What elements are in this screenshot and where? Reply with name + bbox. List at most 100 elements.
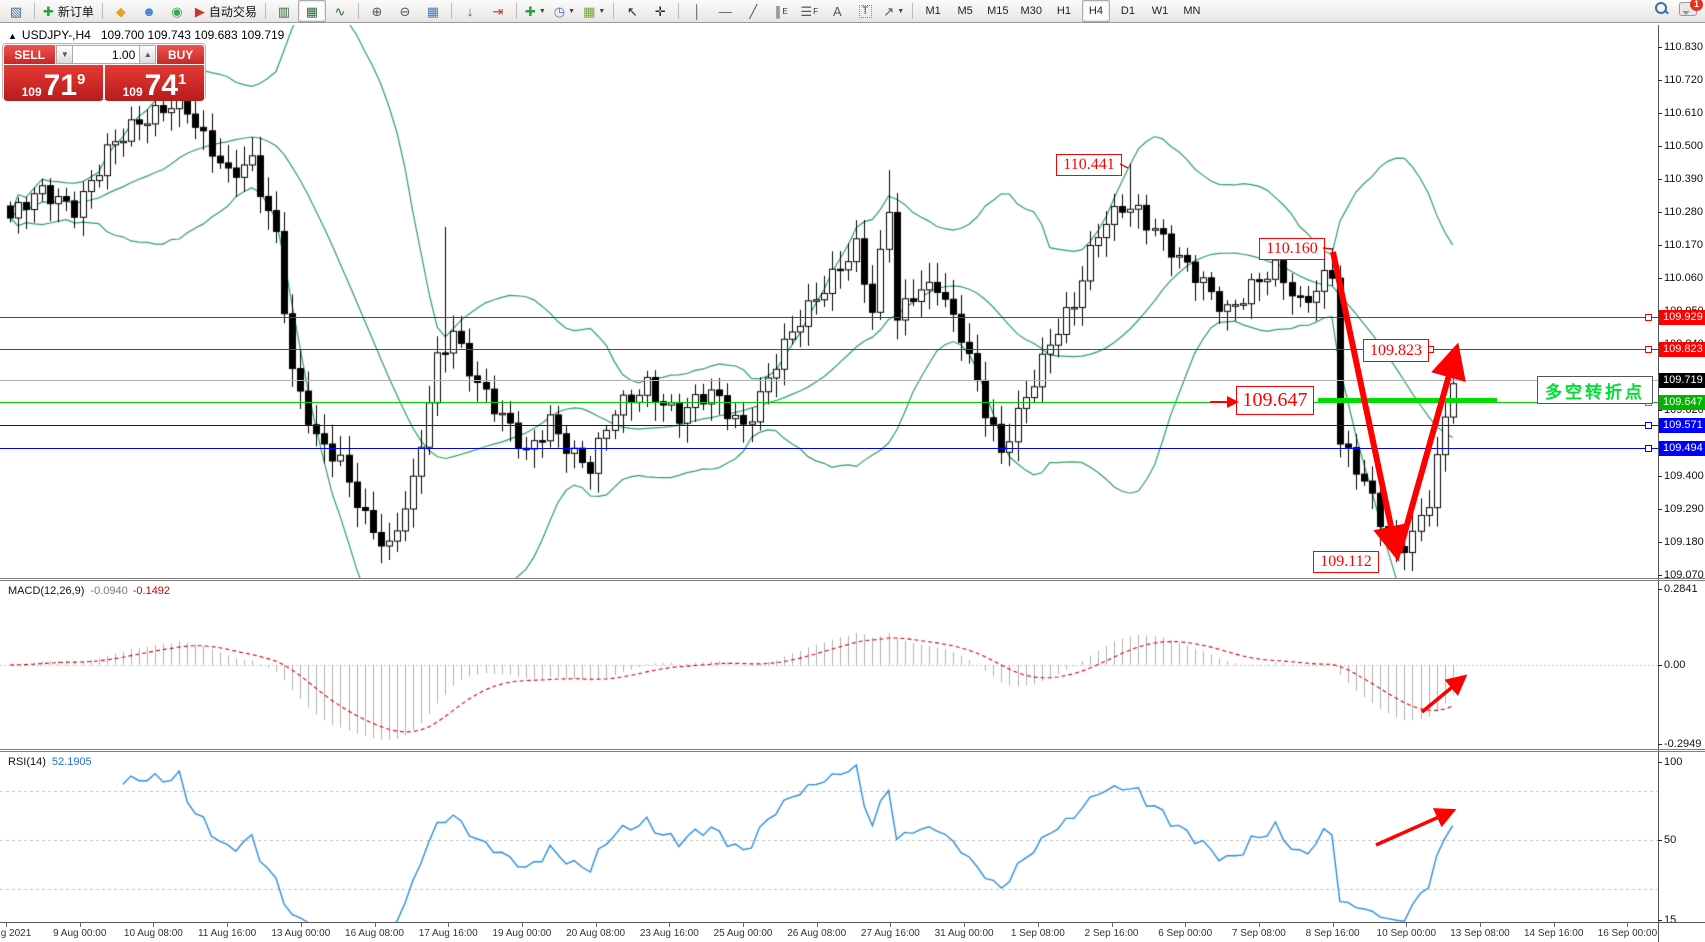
sell-button[interactable]: SELL [4, 45, 55, 64]
tile-windows-icon: ▦ [427, 5, 439, 18]
price-tick [1658, 509, 1662, 510]
arrows-icon[interactable]: ↗▼ [879, 0, 908, 22]
horizontal-line-object[interactable] [0, 448, 1658, 449]
pane-splitter[interactable] [0, 751, 1705, 752]
line-handle[interactable] [1645, 422, 1652, 429]
templates-icon[interactable]: ▦▼ [579, 0, 609, 22]
new-order-button: ✚ [43, 5, 54, 18]
horizontal-line-icon[interactable]: — [711, 0, 739, 22]
price-note-109647[interactable]: 109.647 [1236, 386, 1314, 415]
timeframe-m5[interactable]: M5 [951, 0, 979, 22]
notification-badge: 1 [1690, 0, 1703, 11]
line-chart-icon[interactable]: ∿ [326, 0, 354, 22]
date-label: 16 Aug 08:00 [345, 928, 404, 939]
crosshair-icon[interactable]: ✛ [646, 0, 674, 22]
price-note-110160[interactable]: 110.160 [1259, 238, 1325, 260]
line-handle[interactable] [1645, 346, 1652, 353]
sell-price[interactable]: 109719 [4, 65, 103, 101]
candlestick-chart-icon[interactable]: ▦ [298, 0, 326, 22]
pane-splitter[interactable] [0, 578, 1705, 579]
timeframe-h1[interactable]: H1 [1050, 0, 1078, 22]
chart-shift-icon[interactable]: ⇥ [484, 0, 512, 22]
horizontal-line-object[interactable] [0, 380, 1658, 381]
text-label-icon: T [859, 5, 872, 18]
price-tick-label: 110.280 [1664, 206, 1703, 218]
price-note-110441[interactable]: 110.441 [1056, 154, 1122, 176]
price-note-109823[interactable]: 109.823 [1363, 339, 1429, 362]
auto-scroll-icon[interactable]: ↓ [456, 0, 484, 22]
volume-up-button[interactable]: ▲ [139, 45, 156, 64]
timeframe-m15[interactable]: M15 [983, 0, 1012, 22]
sell-price-sup: 9 [77, 65, 85, 95]
rsi-tick-label: 15 [1664, 914, 1676, 926]
crosshair-icon: ✛ [655, 5, 666, 18]
rsi-label: RSI(14)52.1905 [8, 756, 92, 768]
pane-splitter[interactable] [0, 749, 1705, 750]
date-label: 17 Aug 16:00 [419, 928, 478, 939]
cursor-icon: ↖ [627, 5, 638, 18]
timeframe-w1[interactable]: W1 [1146, 0, 1174, 22]
date-label: 1 Sep 08:00 [1011, 928, 1065, 939]
date-tick [743, 923, 744, 927]
trendline-icon[interactable]: ╱ [739, 0, 767, 22]
support-thick-green[interactable] [1318, 398, 1497, 403]
chart-profiles-icon[interactable]: ◆ [107, 0, 135, 22]
text-label-icon[interactable]: T [851, 0, 879, 22]
signals-icon[interactable]: ◉ [163, 0, 191, 22]
timeframe-label: M15 [987, 5, 1008, 17]
buy-price-prefix: 109 [123, 85, 143, 99]
buy-button[interactable]: BUY [157, 45, 204, 64]
timeframe-label: D1 [1121, 5, 1135, 17]
timeframe-m30[interactable]: M30 [1017, 0, 1046, 22]
market-watch-icon[interactable]: ☻ [135, 0, 163, 22]
text-icon[interactable]: A [823, 0, 851, 22]
volume-down-button[interactable]: ▼ [56, 45, 73, 64]
buy-price[interactable]: 109741 [105, 65, 204, 101]
bar-chart-icon[interactable]: ▥ [270, 0, 298, 22]
chart-window-icon[interactable]: ▧ [2, 0, 30, 22]
price-note-109112[interactable]: 109.112 [1313, 551, 1379, 573]
toolbar-separator [265, 3, 266, 19]
date-tick [669, 923, 670, 927]
price-tick-label: 110.830 [1664, 41, 1703, 53]
turning-point-label[interactable]: 多空转折点 [1537, 376, 1653, 404]
fibonacci-icon[interactable]: ☰F [795, 0, 823, 22]
vertical-line-icon[interactable]: │ [683, 0, 711, 22]
timeframe-m1[interactable]: M1 [919, 0, 947, 22]
tile-windows-icon[interactable]: ▦ [419, 0, 447, 22]
cursor-icon[interactable]: ↖ [618, 0, 646, 22]
bar-chart-icon: ▥ [278, 5, 290, 18]
zoom-out-icon[interactable]: ⊖ [391, 0, 419, 22]
price-tick-label: 110.720 [1664, 74, 1703, 86]
indicators-icon[interactable]: ✚▼ [521, 0, 550, 22]
zoom-in-icon[interactable]: ⊕ [363, 0, 391, 22]
timeframe-d1[interactable]: D1 [1114, 0, 1142, 22]
autotrading-button[interactable]: ▶自动交易 [191, 0, 261, 22]
pane-splitter[interactable] [0, 580, 1705, 581]
equidistant-channel-icon[interactable]: ∥E [767, 0, 795, 22]
indicators-icon-caret[interactable]: ▼ [539, 8, 546, 15]
equidistant-channel-icon-sub: E [782, 7, 787, 16]
horizontal-line-object[interactable] [0, 425, 1658, 426]
chat-icon[interactable]: 1 [1679, 2, 1697, 16]
date-tick [1259, 923, 1260, 927]
date-label: 7 Sep 08:00 [1232, 928, 1286, 939]
indicators-icon: ✚ [525, 5, 536, 18]
periods-icon[interactable]: ◷▼ [550, 0, 579, 22]
volume-input[interactable] [73, 45, 139, 64]
price-tick-label: 110.170 [1664, 239, 1703, 251]
search-icon[interactable] [1655, 2, 1669, 16]
new-order-button[interactable]: ✚新订单 [39, 0, 98, 22]
timeframe-h4[interactable]: H4 [1082, 0, 1110, 22]
horizontal-line-object[interactable] [0, 317, 1658, 318]
line-handle[interactable] [1645, 314, 1652, 321]
arrows-icon-caret[interactable]: ▼ [897, 8, 904, 15]
date-label: 8 Sep 16:00 [1306, 928, 1360, 939]
rsi-value: 52.1905 [52, 756, 92, 768]
templates-icon-caret[interactable]: ▼ [598, 8, 605, 15]
line-handle[interactable] [1645, 445, 1652, 452]
chart-profiles-icon: ◆ [116, 5, 126, 18]
timeframe-mn[interactable]: MN [1178, 0, 1206, 22]
collapse-icon[interactable]: ▲ [8, 31, 17, 41]
periods-icon-caret[interactable]: ▼ [568, 8, 575, 15]
